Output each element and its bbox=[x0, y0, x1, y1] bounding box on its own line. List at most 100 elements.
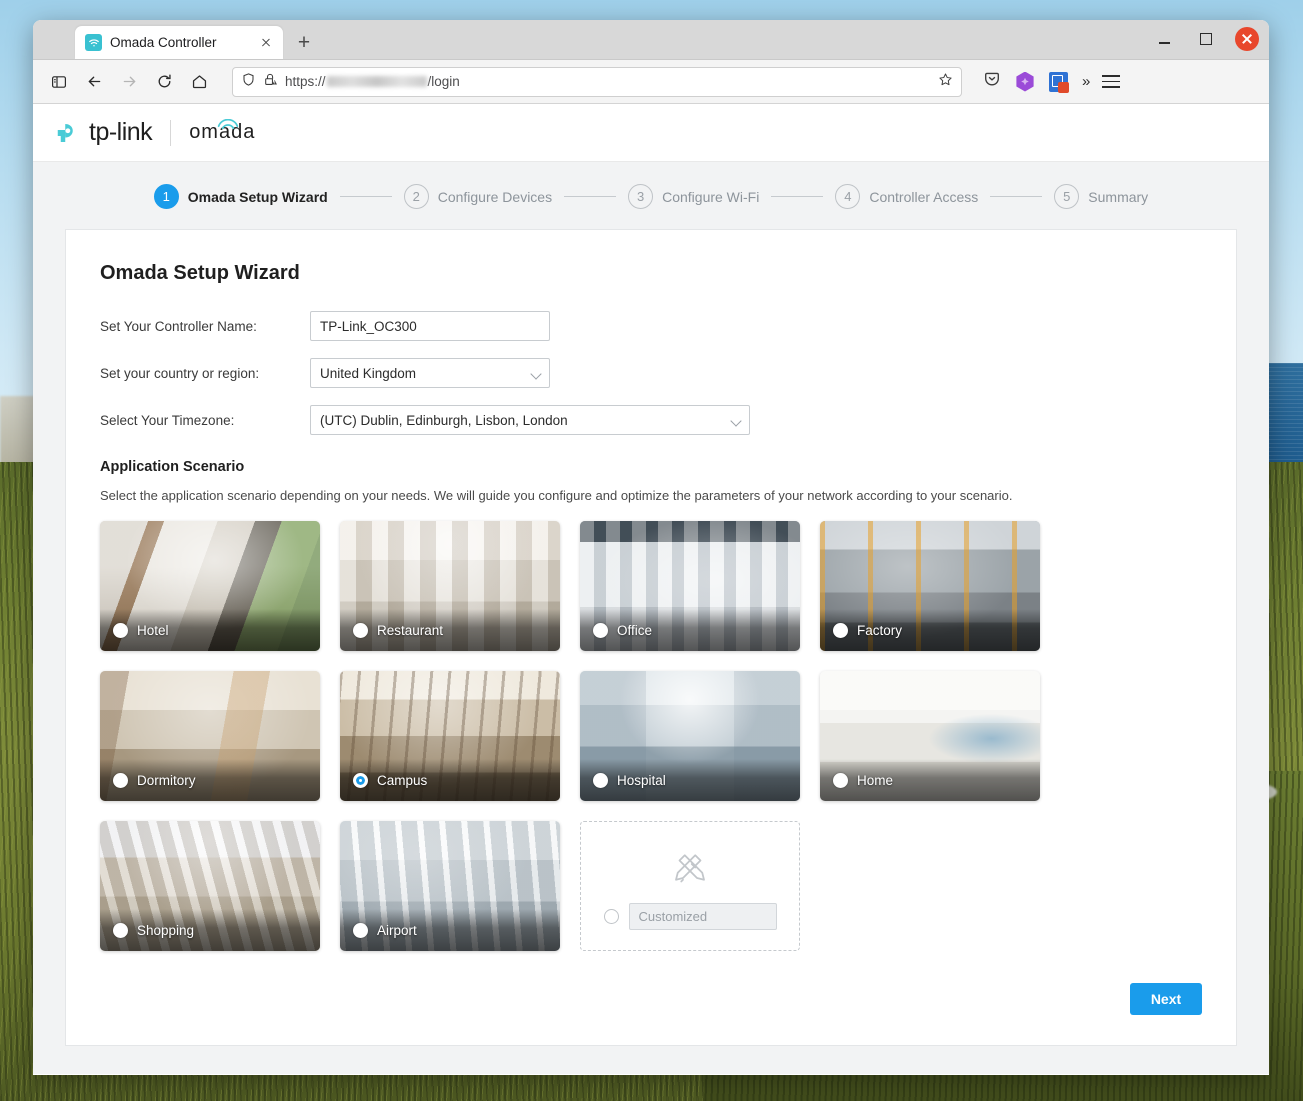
scenario-label: Factory bbox=[857, 622, 903, 638]
scenario-overlay: Restaurant bbox=[340, 609, 560, 651]
timezone-select-wrapper: (UTC) Dublin, Edinburgh, Lisbon, London bbox=[310, 405, 750, 435]
browser-tab-title: Omada Controller bbox=[110, 35, 217, 50]
step-5[interactable]: 5 Summary bbox=[1054, 184, 1148, 209]
browser-tab[interactable]: Omada Controller bbox=[75, 26, 283, 59]
scenario-radio[interactable] bbox=[113, 622, 128, 638]
scenario-grid: Hotel Restaurant Office Factory Dormitor… bbox=[100, 521, 1202, 951]
scenario-overlay: Shopping bbox=[100, 909, 320, 951]
step-number: 5 bbox=[1054, 184, 1080, 209]
url-text: https:// /login bbox=[285, 74, 460, 89]
tp-link-logo-icon bbox=[51, 118, 81, 148]
page-content: tp-link omada 1 Omada Setup Wizard 2 Con… bbox=[33, 104, 1269, 1074]
scenario-card-office[interactable]: Office bbox=[580, 521, 800, 651]
pocket-icon[interactable] bbox=[983, 70, 1001, 93]
scenario-card-home[interactable]: Home bbox=[820, 671, 1040, 801]
page-title: Omada Setup Wizard bbox=[100, 262, 300, 284]
customized-input[interactable] bbox=[628, 903, 777, 930]
country-select-wrapper: United Kingdom bbox=[310, 358, 550, 388]
wizard-card: Omada Setup Wizard Set Your Controller N… bbox=[65, 229, 1237, 1046]
tp-link-name: tp-link bbox=[89, 118, 153, 146]
wifi-icon bbox=[85, 34, 102, 51]
back-arrow-icon[interactable] bbox=[78, 67, 110, 97]
close-icon[interactable] bbox=[1235, 27, 1259, 51]
scenario-radio[interactable] bbox=[353, 622, 368, 638]
url-bar[interactable]: https:// /login bbox=[232, 66, 962, 97]
minimize-icon[interactable] bbox=[1151, 26, 1177, 52]
close-icon[interactable] bbox=[257, 34, 275, 52]
scenario-radio[interactable] bbox=[113, 922, 128, 938]
pencil-ruler-icon bbox=[669, 850, 711, 897]
scenario-overlay: Home bbox=[820, 759, 1040, 801]
scenario-label: Home bbox=[857, 772, 894, 788]
step-label: Omada Setup Wizard bbox=[187, 188, 328, 205]
scenario-card-shopping[interactable]: Shopping bbox=[100, 821, 320, 951]
scenario-overlay: Office bbox=[580, 609, 800, 651]
application-scenario-title: Application Scenario bbox=[100, 459, 245, 475]
forward-arrow-icon[interactable] bbox=[113, 67, 145, 97]
country-row: Set your country or region: United Kingd… bbox=[100, 358, 1202, 388]
scenario-label: Campus bbox=[377, 772, 428, 788]
country-select[interactable]: United Kingdom bbox=[310, 358, 550, 388]
step-1[interactable]: 1 Omada Setup Wizard bbox=[153, 184, 328, 209]
scenario-card-dormitory[interactable]: Dormitory bbox=[100, 671, 320, 801]
scenario-card-restaurant[interactable]: Restaurant bbox=[340, 521, 560, 651]
window-controls bbox=[1151, 26, 1259, 52]
url-prefix: https:// bbox=[285, 74, 326, 89]
scenario-label: Restaurant bbox=[377, 622, 444, 638]
browser-navbar: https:// /login » bbox=[33, 60, 1269, 104]
reload-icon[interactable] bbox=[148, 67, 180, 97]
customized-radio[interactable] bbox=[603, 909, 619, 924]
step-label: Configure Wi-Fi bbox=[662, 188, 760, 205]
scenario-label: Airport bbox=[377, 922, 417, 938]
lock-warning-icon[interactable] bbox=[263, 72, 278, 92]
scenario-radio[interactable] bbox=[833, 622, 848, 638]
scenario-card-hospital[interactable]: Hospital bbox=[580, 671, 800, 801]
puzzle-extension-icon[interactable] bbox=[1016, 71, 1034, 92]
scenario-radio[interactable] bbox=[593, 622, 608, 638]
scenario-radio[interactable] bbox=[113, 772, 128, 788]
sidebar-panel-icon[interactable] bbox=[43, 67, 75, 97]
step-connector bbox=[339, 196, 392, 197]
step-3[interactable]: 3 Configure Wi-Fi bbox=[628, 184, 759, 209]
bitwarden-extension-icon[interactable] bbox=[1049, 71, 1069, 93]
timezone-row: Select Your Timezone: (UTC) Dublin, Edin… bbox=[100, 405, 1202, 435]
maximize-icon[interactable] bbox=[1193, 26, 1219, 52]
controller-name-label: Set Your Controller Name: bbox=[100, 318, 257, 334]
step-2[interactable]: 2 Configure Devices bbox=[403, 184, 552, 209]
scenario-card-factory[interactable]: Factory bbox=[820, 521, 1040, 651]
step-number: 1 bbox=[153, 184, 179, 209]
star-icon[interactable] bbox=[938, 72, 953, 92]
scenario-overlay: Airport bbox=[340, 909, 560, 951]
step-4[interactable]: 4 Controller Access bbox=[835, 184, 978, 209]
step-label: Summary bbox=[1088, 188, 1149, 205]
home-icon[interactable] bbox=[183, 67, 215, 97]
hamburger-menu-icon[interactable] bbox=[1102, 75, 1121, 88]
browser-toolbar-right: » bbox=[983, 70, 1124, 93]
scenario-overlay: Factory bbox=[820, 609, 1040, 651]
scenario-radio[interactable] bbox=[353, 922, 368, 938]
application-scenario-description: Select the application scenario dependin… bbox=[100, 488, 1013, 503]
scenario-radio-selected[interactable] bbox=[353, 772, 368, 788]
scenario-card-airport[interactable]: Airport bbox=[340, 821, 560, 951]
scenario-card-customized[interactable] bbox=[580, 821, 800, 951]
scenario-overlay: Hotel bbox=[100, 609, 320, 651]
plus-icon[interactable]: + bbox=[289, 27, 319, 57]
timezone-select[interactable]: (UTC) Dublin, Edinburgh, Lisbon, London bbox=[310, 405, 750, 435]
step-connector bbox=[564, 196, 617, 197]
step-connector bbox=[990, 196, 1043, 197]
tp-link-logo: tp-link bbox=[51, 118, 153, 148]
controller-name-input[interactable] bbox=[310, 311, 550, 341]
scenario-card-campus[interactable]: Campus bbox=[340, 671, 560, 801]
scenario-overlay: Dormitory bbox=[100, 759, 320, 801]
browser-window: Omada Controller + https:// /login » tp-… bbox=[33, 20, 1269, 1075]
step-number: 4 bbox=[835, 184, 861, 209]
chevron-double-right-icon[interactable]: » bbox=[1082, 73, 1090, 90]
scenario-card-hotel[interactable]: Hotel bbox=[100, 521, 320, 651]
scenario-radio[interactable] bbox=[593, 772, 608, 788]
scenario-radio[interactable] bbox=[833, 772, 848, 788]
shield-icon[interactable] bbox=[241, 72, 256, 92]
omada-brand-bar: tp-link omada bbox=[33, 104, 1269, 162]
next-button[interactable]: Next bbox=[1130, 983, 1202, 1015]
wifi-arc-icon bbox=[217, 112, 239, 135]
step-number: 3 bbox=[628, 184, 654, 209]
